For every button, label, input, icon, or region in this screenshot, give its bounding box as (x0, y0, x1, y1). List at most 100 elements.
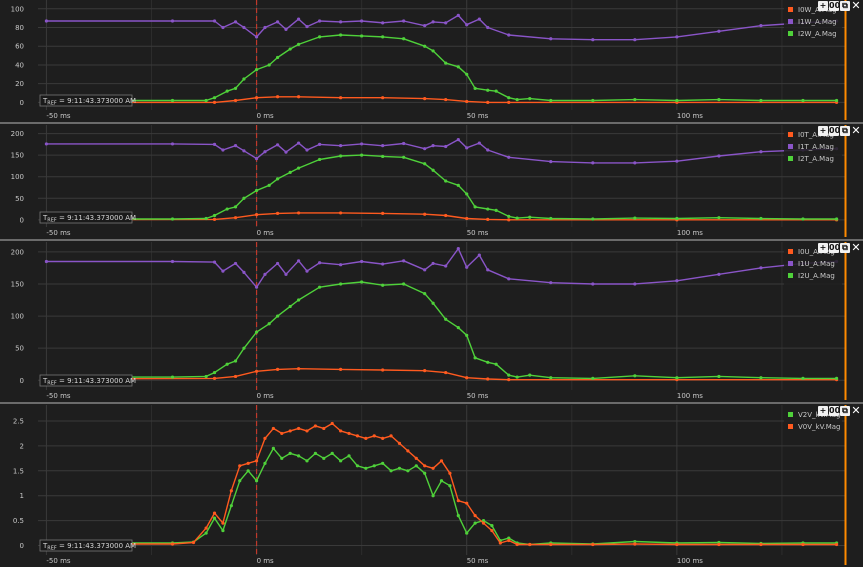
data-point (280, 431, 284, 436)
legend-swatch (788, 144, 793, 149)
data-point (717, 216, 721, 220)
x-tick-label: 100 ms (677, 557, 703, 565)
data-point (242, 25, 246, 30)
legend-swatch (788, 7, 793, 12)
data-point (233, 374, 238, 379)
data-point (360, 34, 364, 38)
data-point (233, 261, 238, 266)
data-point (242, 149, 246, 153)
panel-divider[interactable] (0, 402, 863, 404)
chart-panel-3[interactable]: +00 ⧉ ✕ -50 ms 0 ms 50 ms 100 ms 0 50 100 150 200 I0… (0, 242, 863, 402)
data-point (212, 100, 217, 104)
data-point (465, 501, 469, 505)
data-point (296, 166, 301, 170)
data-point (242, 77, 246, 81)
data-point (318, 261, 322, 265)
layout-button[interactable]: 00 (829, 126, 840, 136)
add-trace-button[interactable]: + (818, 406, 828, 416)
data-point (591, 161, 595, 165)
data-point (296, 259, 301, 263)
data-point (717, 542, 721, 547)
data-point (212, 516, 217, 520)
y-tick-label: 100 (11, 5, 24, 13)
data-point (465, 146, 469, 150)
add-trace-button[interactable]: + (818, 126, 828, 136)
data-point (242, 270, 246, 275)
chart-panel-1[interactable]: +00⧉✕-50 ms0 ms50 ms100 ms020406080100I0… (0, 0, 863, 122)
data-point (221, 25, 225, 30)
y-tick-label: 0 (20, 216, 24, 224)
x-tick-label: 0 ms (257, 392, 274, 400)
data-point (229, 489, 233, 493)
data-point (204, 98, 208, 103)
data-point (271, 426, 275, 431)
legend-swatch (788, 424, 793, 429)
data-point (759, 24, 763, 28)
copy-button[interactable]: ⧉ (840, 126, 850, 136)
copy-button[interactable]: ⧉ (840, 406, 850, 416)
panel-divider[interactable] (0, 122, 863, 124)
y-tick-label: 50 (15, 345, 24, 353)
data-point (402, 19, 406, 23)
data-point (275, 143, 280, 147)
data-point (528, 97, 532, 101)
data-point (465, 23, 469, 27)
data-point (414, 464, 418, 468)
close-panel-button[interactable]: ✕ (851, 405, 861, 416)
data-point (402, 37, 406, 41)
data-point (549, 281, 553, 285)
data-point (402, 282, 406, 286)
data-point (381, 96, 385, 100)
data-point (486, 207, 490, 211)
data-point (549, 216, 553, 221)
data-point (507, 277, 511, 281)
y-tick-label: 2.5 (13, 417, 24, 425)
data-point (263, 25, 267, 30)
layout-button[interactable]: 00 (829, 1, 840, 11)
data-point (212, 19, 217, 23)
data-point (381, 461, 385, 465)
data-point (801, 98, 805, 103)
close-panel-button[interactable]: ✕ (851, 0, 861, 11)
copy-button[interactable]: ⧉ (840, 243, 850, 253)
data-point (225, 89, 229, 93)
data-point (212, 217, 217, 221)
y-tick-label: 200 (11, 248, 24, 256)
data-point (507, 218, 511, 222)
data-point (507, 100, 511, 104)
data-point (170, 217, 175, 221)
data-point (225, 207, 229, 211)
data-point (221, 521, 225, 525)
copy-button[interactable]: ⧉ (840, 1, 850, 11)
add-trace-button[interactable]: + (818, 243, 828, 253)
data-point (233, 359, 238, 363)
chart-panel-4[interactable]: +00⧉✕-50 ms0 ms50 ms100 ms00.511.522.5V2… (0, 405, 863, 567)
data-point (473, 205, 477, 209)
legend-swatch (788, 249, 793, 254)
chart-panel-2[interactable]: +00 ⧉ ✕ -50 ms 0 ms 50 ms 100 ms 0 50 100 150 200 I0… (0, 125, 863, 239)
layout-button[interactable]: 00 (829, 406, 840, 416)
data-point (431, 494, 435, 498)
y-tick-label: 150 (11, 280, 24, 288)
data-point (507, 155, 511, 159)
close-panel-button[interactable]: ✕ (851, 242, 861, 253)
layout-button[interactable]: 00 (829, 243, 840, 253)
data-point (456, 499, 460, 503)
data-point (288, 451, 292, 455)
data-point (254, 96, 259, 100)
data-point (423, 44, 427, 48)
panel-divider[interactable] (0, 239, 863, 241)
data-point (339, 367, 343, 371)
data-point (339, 459, 343, 463)
data-point (254, 35, 259, 39)
data-point (233, 86, 238, 90)
data-point (318, 35, 322, 39)
data-point (423, 212, 427, 216)
add-trace-button[interactable]: + (818, 1, 828, 11)
data-point (381, 368, 385, 372)
data-point (318, 142, 322, 146)
data-point (339, 282, 343, 286)
data-point (372, 464, 376, 468)
close-panel-button[interactable]: ✕ (851, 125, 861, 136)
data-point (339, 263, 343, 267)
